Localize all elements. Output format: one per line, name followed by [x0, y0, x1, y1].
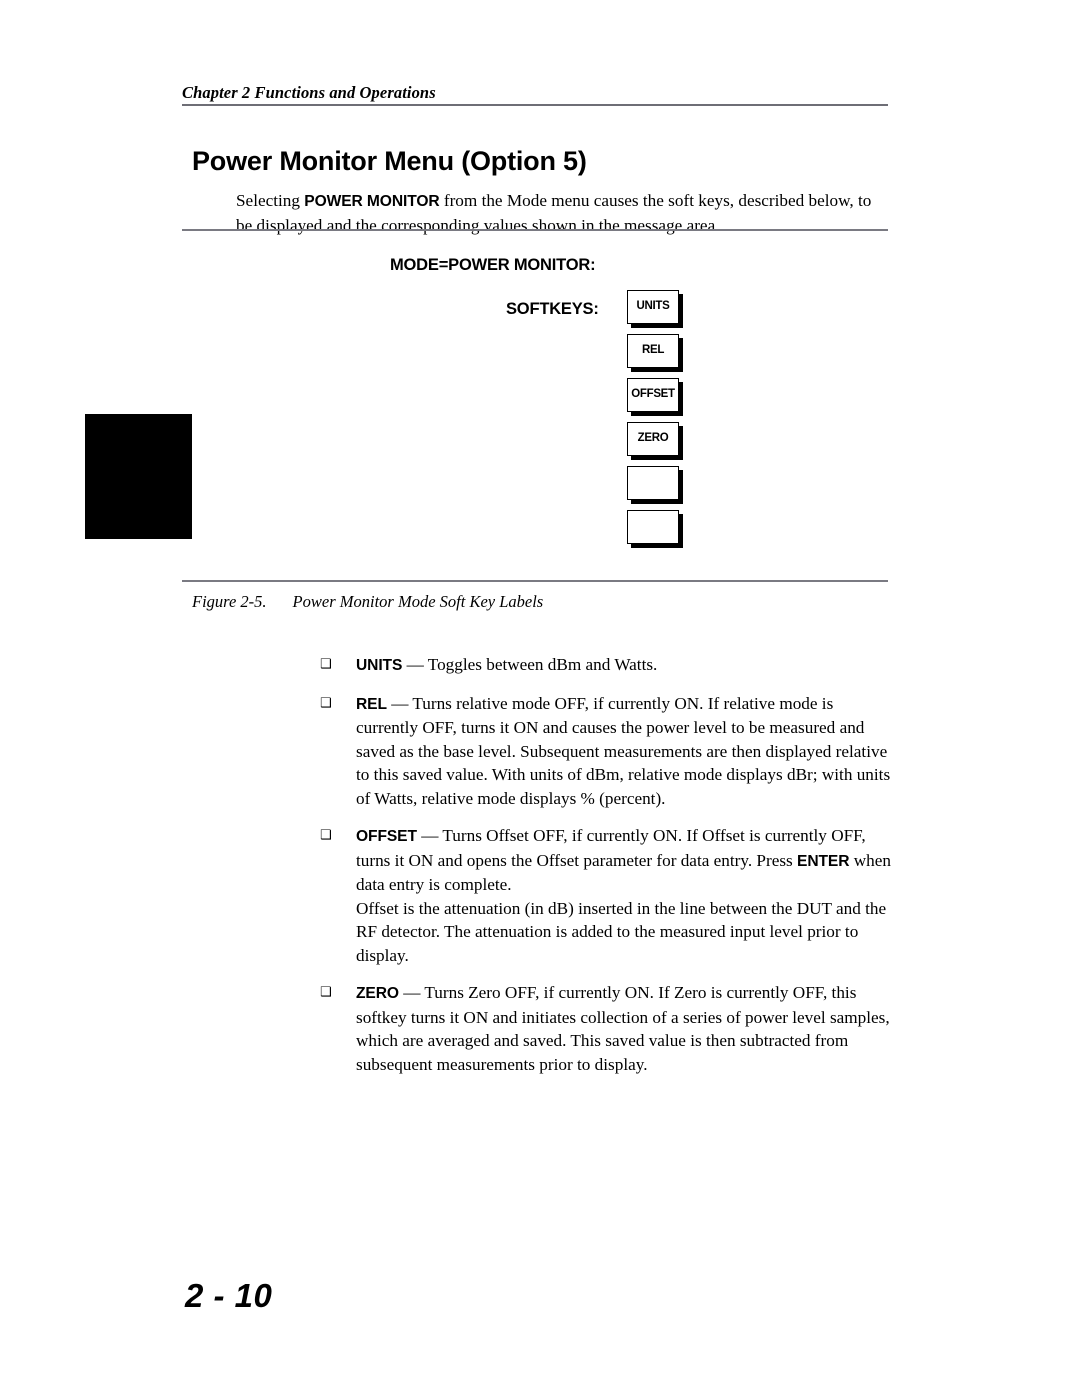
softkey-rel-label: REL	[641, 344, 665, 357]
softkey-rel[interactable]: REL	[627, 334, 679, 368]
softkey-offset[interactable]: OFFSET	[627, 378, 679, 412]
bullet-body: ZERO — Turns Zero OFF, if currently ON. …	[356, 981, 898, 1076]
figure-softkey-diagram: MODE=POWER MONITOR: SOFTKEYS: UNITS REL …	[182, 232, 888, 578]
softkey-offset-label: OFFSET	[631, 388, 675, 401]
intro-mode-keyword: POWER MONITOR	[304, 193, 440, 211]
running-header: Chapter 2 Functions and Operations	[182, 83, 888, 102]
figure-caption-text: Power Monitor Mode Soft Key Labels	[292, 592, 544, 611]
softkey-stack: UNITS REL OFFSET ZERO	[627, 290, 691, 554]
figure-caption-number: Figure 2-5.	[192, 592, 267, 611]
page-number: 2 - 10	[185, 1277, 273, 1314]
bullet-keyword-zero: ZERO	[356, 985, 399, 1002]
softkey-blank-2[interactable]	[627, 510, 679, 544]
bullet-body: REL — Turns relative mode OFF, if curren…	[356, 692, 898, 811]
bullet-keyword-rel: REL	[356, 695, 387, 713]
list-item: ❑ ZERO — Turns Zero OFF, if currently ON…	[318, 981, 898, 1076]
softkey-zero-label: ZERO	[637, 432, 669, 445]
bullet-keyword-units: UNITS	[356, 657, 403, 674]
bullet-square-icon: ❑	[320, 985, 332, 1000]
bullet-text-offset: — Turns Offset OFF, if currently ON. If …	[356, 826, 866, 870]
bullet-keyword-enter: ENTER	[797, 852, 850, 870]
bullet-text-zero: — Turns Zero OFF, if currently ON. If Ze…	[356, 983, 890, 1074]
intro-text-before: Selecting	[236, 191, 305, 211]
bullet-body: OFFSET — Turns Offset OFF, if currently …	[356, 824, 898, 897]
list-item: ❑ UNITS — Toggles between dBm and Watts.	[318, 653, 898, 678]
bullet-text-rel: — Turns relative mode OFF, if currently …	[356, 693, 891, 808]
bullet-body-secondary: Offset is the attenuation (in dB) insert…	[356, 898, 887, 965]
bullet-keyword-offset: OFFSET	[356, 828, 417, 845]
list-item: ❑ REL — Turns relative mode OFF, if curr…	[318, 692, 898, 811]
bullet-square-icon: ❑	[320, 828, 332, 843]
page-title: Power Monitor Menu (Option 5)	[192, 146, 587, 177]
softkey-description-list: ❑ UNITS — Toggles between dBm and Watts.…	[318, 653, 898, 1076]
figure-divider-bottom	[182, 580, 888, 582]
bullet-square-icon: ❑	[320, 657, 332, 672]
softkey-units-label: UNITS	[636, 300, 670, 313]
mode-label: MODE=POWER MONITOR:	[390, 256, 596, 274]
figure-divider-top	[182, 229, 888, 231]
chapter-label: Chapter 2 Functions and Operations	[182, 83, 436, 102]
bullet-body: UNITS — Toggles between dBm and Watts.	[356, 653, 898, 678]
softkey-units[interactable]: UNITS	[627, 290, 679, 324]
softkey-zero[interactable]: ZERO	[627, 422, 679, 456]
list-item: ❑ OFFSET — Turns Offset OFF, if currentl…	[318, 824, 898, 967]
softkeys-label: SOFTKEYS:	[506, 300, 599, 318]
bullet-square-icon: ❑	[320, 695, 332, 711]
chapter-thumb-tab	[85, 414, 192, 539]
softkey-blank-1[interactable]	[627, 466, 679, 500]
bullet-text-units: — Toggles between dBm and Watts.	[402, 655, 658, 674]
figure-caption: Figure 2-5. Power Monitor Mode Soft Key L…	[192, 592, 543, 612]
header-divider	[182, 104, 888, 106]
